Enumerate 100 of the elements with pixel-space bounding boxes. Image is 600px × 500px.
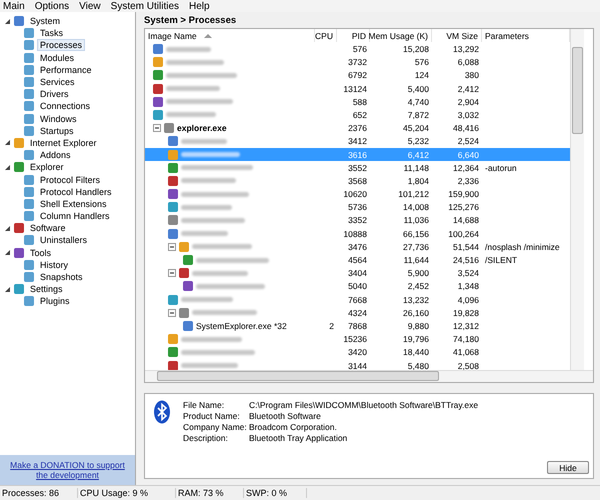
table-cell-text: 5,900: [406, 267, 430, 280]
table-cell-text: 7668: [347, 294, 368, 306]
sidebar-item[interactable]: Modules: [37, 52, 78, 64]
table-cell-text: 18,440: [402, 346, 430, 359]
sidebar-item[interactable]: Drivers: [37, 88, 72, 100]
table-cell-text: 2,412: [456, 82, 480, 96]
sidebar-item[interactable]: Shell Extensions: [37, 198, 110, 210]
table-cell-text: 7868: [347, 320, 368, 333]
sidebar-item[interactable]: Protocol Filters: [37, 174, 104, 186]
sidebar-item[interactable]: Uninstallers: [37, 234, 90, 246]
sidebar-item[interactable]: Tools: [27, 246, 54, 259]
table-cell-text: 13124: [342, 82, 368, 96]
field-label: Description:: [183, 432, 229, 443]
sidebar-item[interactable]: Column Handlers: [37, 210, 113, 222]
table-cell-text: 3,032: [456, 108, 480, 122]
field-value: Bluetooth Tray Application: [249, 432, 348, 443]
field-value: Broadcom Corporation.: [249, 422, 338, 432]
menu-item[interactable]: View: [79, 0, 101, 12]
table-cell-text: 124: [414, 69, 430, 82]
table-cell-text: 15,208: [402, 43, 430, 56]
sidebar-item[interactable]: System: [27, 15, 64, 28]
table-cell-text: 1,804: [406, 174, 430, 188]
menu-item[interactable]: Options: [34, 0, 70, 12]
table-cell-text: 2376: [347, 122, 368, 135]
sidebar-item[interactable]: Startups: [37, 124, 77, 137]
menu-item[interactable]: Help: [189, 0, 210, 12]
table-cell-text: 2,508: [456, 360, 480, 370]
donation-link[interactable]: Make a DONATION to support the development: [6, 460, 129, 480]
sidebar-item[interactable]: Snapshots: [37, 271, 86, 284]
table-cell-text: 3552: [347, 162, 368, 174]
sidebar-item[interactable]: Internet Explorer: [27, 136, 100, 149]
sidebar-item[interactable]: Services: [37, 76, 78, 88]
table-cell-text: 19,828: [452, 306, 480, 320]
table-cell-text: -autorun: [484, 162, 518, 174]
table-cell-text: 4,096: [456, 294, 480, 306]
table-cell-text: 3568: [347, 174, 368, 188]
table-cell-text: 41,068: [452, 346, 480, 359]
table-cell-text: 5736: [347, 201, 368, 214]
sidebar-item[interactable]: Windows: [37, 112, 80, 125]
table-cell-text: 10620: [342, 188, 368, 201]
table-cell-text: 11,644: [402, 254, 430, 267]
table-cell-text: 24,516: [452, 254, 480, 267]
table-cell-text: 51,544: [452, 240, 480, 254]
column-header[interactable]: PID: [337, 29, 370, 42]
table-cell-text: 66,156: [402, 228, 430, 240]
sidebar-item[interactable]: History: [37, 258, 72, 271]
table-cell: 3616: [337, 148, 370, 162]
sidebar-item[interactable]: Settings: [27, 283, 66, 296]
sidebar-item[interactable]: Processes: [37, 39, 86, 52]
table-cell-text: 3476: [347, 240, 368, 254]
table-cell-text: 13,292: [452, 43, 480, 56]
status-item: Processes: 86: [0, 488, 78, 498]
table-cell-text: 588: [352, 96, 368, 108]
table-cell-text: 11,036: [402, 214, 430, 228]
table-cell-text: 159,900: [447, 188, 480, 201]
column-header[interactable]: Image Name: [145, 29, 315, 42]
table-cell-text: 5040: [347, 280, 368, 293]
table-cell-text: 2,452: [406, 280, 430, 293]
table-cell-text: 100,264: [447, 228, 480, 240]
table-cell-text: 48,416: [452, 122, 480, 135]
sidebar-item[interactable]: Software: [27, 222, 69, 234]
table-cell-text: 5,232: [406, 135, 430, 148]
table-cell-text: 576: [414, 56, 430, 69]
hide-button[interactable]: Hide: [547, 461, 589, 474]
menu-item[interactable]: Main: [3, 0, 25, 12]
table-cell-text: 45,204: [402, 122, 430, 135]
table-cell-text: /nosplash /minimize: [484, 240, 561, 254]
table-cell-text: 12,312: [452, 320, 480, 333]
sidebar-item[interactable]: Performance: [37, 64, 95, 76]
sidebar-item[interactable]: Explorer: [27, 161, 67, 174]
table-cell-text: 652: [352, 108, 368, 122]
column-header[interactable]: Mem Usage (K): [370, 29, 432, 42]
table-cell-text: 3404: [347, 267, 368, 280]
table-cell-text: 9,880: [406, 320, 430, 333]
table-cell-text: 125,276: [447, 201, 480, 214]
process-name: SystemExplorer.exe *32: [196, 320, 287, 331]
field-label: Company Name:: [183, 422, 248, 432]
table-cell-text: /SILENT: [484, 254, 518, 267]
field-label: Product Name:: [183, 410, 241, 421]
table-cell-text: 380: [464, 69, 480, 82]
table-cell-text: 2,904: [456, 96, 480, 108]
sidebar-item[interactable]: Connections: [37, 100, 94, 112]
table-cell-text: 3420: [347, 346, 368, 359]
sidebar-item[interactable]: Addons: [37, 149, 74, 162]
menu-item[interactable]: System Utilities: [110, 0, 180, 12]
table-cell[interactable]: SystemExplorer.exe *32: [145, 319, 315, 333]
table-cell-text: 4564: [347, 254, 368, 267]
table-cell[interactable]: explorer.exe: [145, 122, 315, 135]
sidebar-item[interactable]: Tasks: [37, 27, 66, 40]
column-header[interactable]: VM Size: [432, 29, 482, 42]
sidebar-item[interactable]: Protocol Handlers: [37, 186, 115, 198]
table-cell-text: 5,400: [406, 82, 430, 96]
status-item: SWP: 0 %: [244, 488, 307, 498]
table-cell: 6,412: [370, 148, 432, 162]
table-cell-text: 101,212: [397, 188, 430, 201]
column-header[interactable]: CPU: [315, 29, 337, 42]
table-cell-text: 13,232: [402, 294, 430, 306]
sidebar-item[interactable]: Plugins: [37, 295, 73, 308]
table-cell-text: 74,180: [452, 333, 480, 346]
table-cell-text: 11,148: [402, 162, 430, 174]
